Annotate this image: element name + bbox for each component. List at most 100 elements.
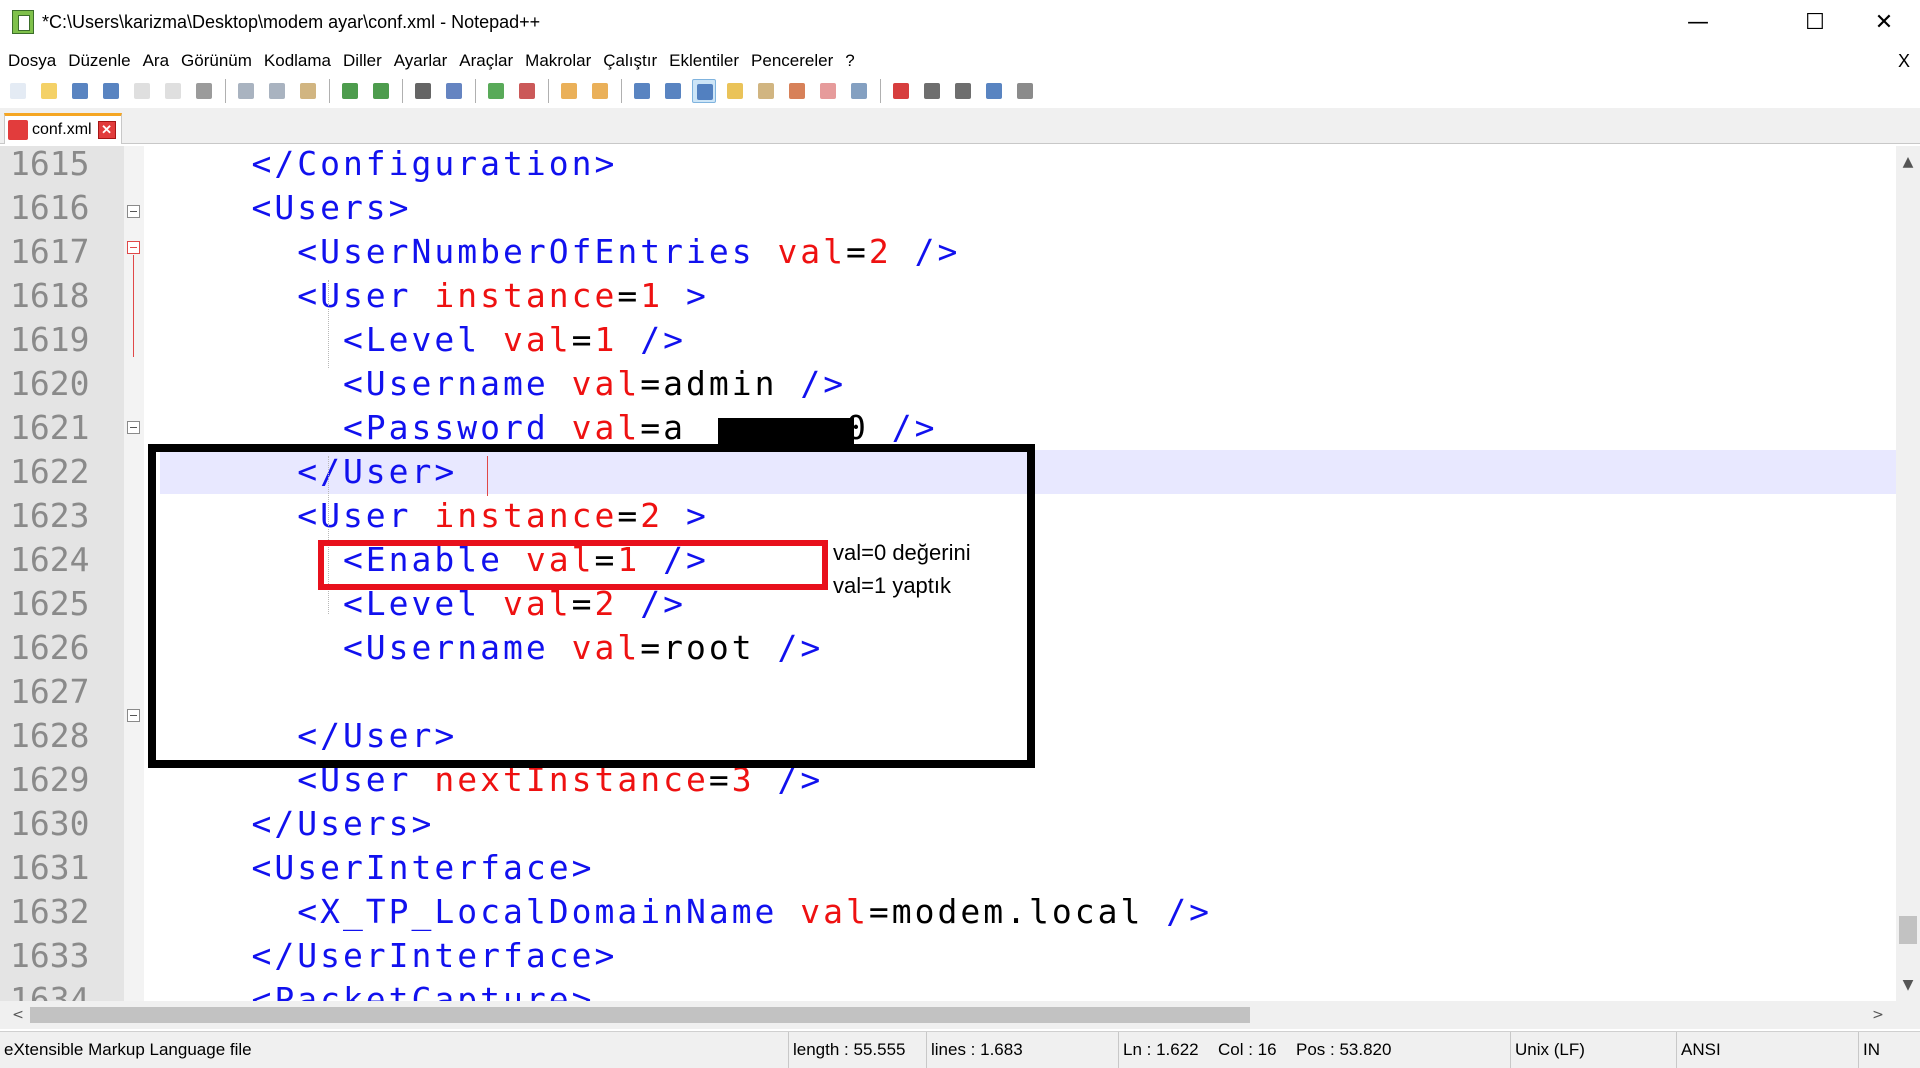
code-line[interactable]: 1632 <X_TP_LocalDomainName val=modem.loc… xyxy=(0,890,1896,934)
code-token: /> xyxy=(617,320,686,359)
code-editor[interactable]: 1615 </Configuration> 1616 <Users> 1617 <U… xyxy=(0,146,1896,1001)
undo-icon[interactable] xyxy=(338,79,362,103)
tab-bar: conf.xml ✕ xyxy=(0,108,1920,144)
notepadpp-icon[interactable] xyxy=(12,10,34,34)
line-number: 1616 xyxy=(10,188,90,227)
open-folder-icon[interactable] xyxy=(37,79,61,103)
cut-icon[interactable] xyxy=(234,79,258,103)
code-line[interactable]: 1617 <UserNumberOfEntries val=2 /> xyxy=(0,230,1896,274)
replace-icon[interactable] xyxy=(442,79,466,103)
print-icon[interactable] xyxy=(192,79,216,103)
zoom-out-icon[interactable] xyxy=(515,79,539,103)
menu-duzenle[interactable]: Düzenle xyxy=(62,47,136,75)
save-icon[interactable] xyxy=(68,79,92,103)
code-line[interactable]: 1620 <Username val=admin /> xyxy=(0,362,1896,406)
play-macro-icon[interactable] xyxy=(951,79,975,103)
menu-eklentiler[interactable]: Eklentiler xyxy=(663,47,745,75)
code-token: val xyxy=(571,408,641,447)
code-line[interactable]: 1618 <User instance=1 > xyxy=(0,274,1896,318)
scroll-right-icon[interactable]: > xyxy=(1864,1001,1892,1029)
status-insert-mode[interactable]: IN xyxy=(1858,1032,1920,1068)
code-text: <UserInterface> xyxy=(160,846,595,890)
fold-toggle-users[interactable] xyxy=(127,205,140,218)
line-number: 1627 xyxy=(10,672,90,711)
status-eol[interactable]: Unix (LF) xyxy=(1510,1032,1676,1068)
paste-icon[interactable] xyxy=(296,79,320,103)
document-map-icon[interactable] xyxy=(754,79,778,103)
code-token: <Password xyxy=(160,408,572,447)
zoom-in-icon[interactable] xyxy=(484,79,508,103)
horizontal-scrollbar[interactable]: < > xyxy=(0,1001,1896,1029)
menu-araclar[interactable]: Araçlar xyxy=(453,47,519,75)
menu-makrolar[interactable]: Makrolar xyxy=(519,47,597,75)
code-token: val xyxy=(800,892,869,931)
close-all-icon[interactable] xyxy=(161,79,185,103)
scroll-left-icon[interactable]: < xyxy=(4,1001,32,1029)
folder-workspace-icon[interactable] xyxy=(816,79,840,103)
scroll-down-icon[interactable]: ▼ xyxy=(1896,973,1920,997)
user-language-icon[interactable] xyxy=(723,79,747,103)
line-number: 1622 xyxy=(10,452,90,491)
tab-conf-xml[interactable]: conf.xml ✕ xyxy=(4,113,122,144)
tab-label: conf.xml xyxy=(32,121,92,138)
menu-calistir[interactable]: Çalıştır xyxy=(597,47,663,75)
code-line[interactable]: 1630 </Users> xyxy=(0,802,1896,846)
maximize-button[interactable]: ☐ xyxy=(1781,0,1849,45)
word-wrap-icon[interactable] xyxy=(630,79,654,103)
window-close-button[interactable]: ✕ xyxy=(1850,0,1918,45)
minimize-button[interactable]: — xyxy=(1664,0,1732,45)
redo-icon[interactable] xyxy=(369,79,393,103)
save-macro-icon[interactable] xyxy=(1013,79,1037,103)
highlight-frame-black xyxy=(148,444,1035,768)
code-line[interactable]: 1615 </Configuration> xyxy=(0,146,1896,186)
menu-diller[interactable]: Diller xyxy=(337,47,388,75)
status-encoding[interactable]: ANSI xyxy=(1676,1032,1858,1068)
record-macro-icon[interactable] xyxy=(889,79,913,103)
document-close-button[interactable]: X xyxy=(1898,47,1910,75)
menu-help[interactable]: ? xyxy=(839,47,860,75)
code-line[interactable]: 1616 <Users> xyxy=(0,186,1896,230)
code-token: <User xyxy=(160,276,435,315)
code-line[interactable]: 1631 <UserInterface> xyxy=(0,846,1896,890)
menu-ara[interactable]: Ara xyxy=(137,47,175,75)
title-bar: *C:\Users\karizma\Desktop\modem ayar\con… xyxy=(0,0,1920,45)
run-macro-multiple-icon[interactable] xyxy=(982,79,1006,103)
scroll-up-icon[interactable]: ▲ xyxy=(1896,150,1920,174)
code-line[interactable]: 1633 </UserInterface> xyxy=(0,934,1896,978)
vertical-scroll-thumb[interactable] xyxy=(1899,916,1917,944)
menu-ayarlar[interactable]: Ayarlar xyxy=(388,47,454,75)
menu-gorunum[interactable]: Görünüm xyxy=(175,47,258,75)
close-file-icon[interactable] xyxy=(130,79,154,103)
new-file-icon[interactable] xyxy=(6,79,30,103)
sync-vertical-icon[interactable] xyxy=(557,79,581,103)
function-list-icon[interactable] xyxy=(785,79,809,103)
fold-toggle-user-2[interactable] xyxy=(127,421,140,434)
find-icon[interactable] xyxy=(411,79,435,103)
toolbar-separator xyxy=(475,79,478,103)
toolbar-separator xyxy=(548,79,551,103)
tab-close-icon[interactable]: ✕ xyxy=(97,121,116,139)
save-all-icon[interactable] xyxy=(99,79,123,103)
code-token: </Configuration> xyxy=(160,146,618,183)
menu-pencereler[interactable]: Pencereler xyxy=(745,47,839,75)
menu-dosya[interactable]: Dosya xyxy=(0,47,62,75)
code-token: <Username xyxy=(160,364,572,403)
code-line[interactable]: 1619 <Level val=1 /> xyxy=(0,318,1896,362)
line-number: 1619 xyxy=(10,320,90,359)
fold-toggle-userinterface[interactable] xyxy=(127,709,140,722)
stop-macro-icon[interactable] xyxy=(920,79,944,103)
vertical-scrollbar[interactable]: ▲ ▼ xyxy=(1896,146,1920,1001)
code-text: </Users> xyxy=(160,802,434,846)
copy-icon[interactable] xyxy=(265,79,289,103)
monitoring-icon[interactable] xyxy=(847,79,871,103)
indent-guide xyxy=(328,280,329,368)
toolbar-separator xyxy=(621,79,624,103)
indent-guide-icon[interactable] xyxy=(692,79,716,103)
code-line[interactable]: 1634 <PacketCapture> xyxy=(0,978,1896,1001)
fold-toggle-user-1[interactable] xyxy=(127,241,140,254)
menu-kodlama[interactable]: Kodlama xyxy=(258,47,337,75)
horizontal-scroll-thumb[interactable] xyxy=(30,1007,1250,1023)
show-all-chars-icon[interactable] xyxy=(661,79,685,103)
code-text: <Username val=admin /> xyxy=(160,362,846,406)
sync-horizontal-icon[interactable] xyxy=(588,79,612,103)
